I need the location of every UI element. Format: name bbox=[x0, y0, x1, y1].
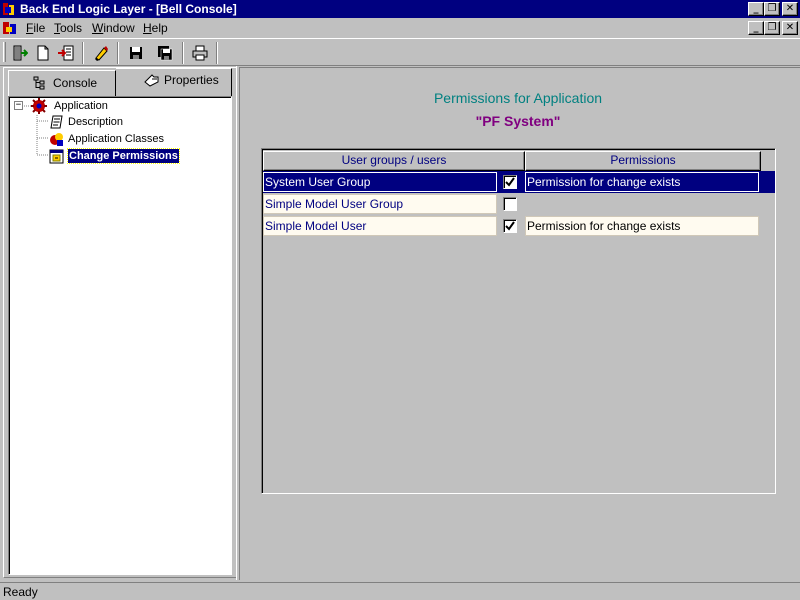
tab-properties-label: Properties bbox=[164, 73, 219, 87]
tree-item-application[interactable]: Application bbox=[27, 98, 237, 114]
user-group-name[interactable]: Simple Model User bbox=[263, 216, 497, 236]
exit-icon bbox=[13, 45, 28, 61]
classes-icon bbox=[50, 133, 63, 146]
permission-checkbox[interactable] bbox=[503, 175, 517, 189]
menu-help[interactable]: Help bbox=[143, 21, 168, 35]
save-all-button[interactable] bbox=[154, 42, 176, 64]
hand-pointer-icon bbox=[144, 74, 159, 87]
app-icon bbox=[3, 3, 14, 15]
menu-tools[interactable]: Tools bbox=[54, 21, 82, 35]
collapse-icon: − bbox=[15, 100, 22, 110]
tree-item-description[interactable]: Description bbox=[49, 114, 229, 130]
application-icon bbox=[31, 98, 47, 114]
description-icon bbox=[50, 115, 63, 129]
user-group-name[interactable]: Simple Model User Group bbox=[263, 194, 497, 214]
title-bar[interactable]: Back End Logic Layer - [Bell Console] _ … bbox=[0, 0, 800, 18]
toolbar-separator bbox=[182, 42, 184, 64]
tab-properties[interactable]: Properties bbox=[116, 68, 232, 96]
close-button[interactable]: ✕ bbox=[782, 2, 798, 16]
new-button[interactable] bbox=[32, 42, 54, 64]
checkmark-icon bbox=[505, 221, 515, 231]
content-panel: Permissions for Application "PF System" … bbox=[239, 67, 800, 580]
tab-console-label: Console bbox=[53, 76, 98, 90]
permission-checkbox[interactable] bbox=[503, 197, 517, 211]
import-icon bbox=[58, 45, 74, 61]
application-name: "PF System" bbox=[475, 113, 561, 129]
navigation-panel: Console Properties − Application Descrip… bbox=[3, 67, 237, 578]
checkmark-icon bbox=[505, 177, 515, 187]
column-header-users[interactable]: User groups / users bbox=[263, 151, 525, 171]
save-icon bbox=[130, 47, 142, 59]
toolbar-separator bbox=[117, 42, 119, 64]
permission-checkbox[interactable] bbox=[503, 219, 517, 233]
exit-button[interactable] bbox=[9, 42, 31, 64]
user-group-name[interactable]: System User Group bbox=[263, 172, 497, 192]
minimize-button[interactable]: _ bbox=[748, 2, 764, 16]
permission-value[interactable]: Permission for change exists bbox=[525, 216, 759, 236]
toolbar-separator bbox=[216, 42, 218, 64]
permission-value[interactable]: Permission for change exists bbox=[525, 172, 759, 192]
new-document-icon bbox=[37, 45, 49, 61]
permissions-icon bbox=[49, 149, 64, 164]
save-all-icon bbox=[158, 46, 173, 61]
tree-item-application-classes[interactable]: Application Classes bbox=[49, 131, 229, 147]
toolbar-separator bbox=[82, 42, 84, 64]
tab-console[interactable]: Console bbox=[8, 70, 116, 96]
import-button[interactable] bbox=[55, 42, 77, 64]
menu-bar: File Tools Window Help _ ❐ ✕ bbox=[0, 18, 800, 38]
document-window-icon[interactable] bbox=[2, 21, 18, 35]
tree-item-change-permissions[interactable]: Change Permissions bbox=[49, 148, 229, 164]
toolbar-grip[interactable] bbox=[3, 42, 6, 62]
minimize-icon: _ bbox=[753, 3, 759, 14]
tree-structure-icon bbox=[33, 76, 45, 90]
toolbar bbox=[0, 38, 800, 66]
close-icon: ✕ bbox=[785, 3, 795, 14]
status-bar: Ready bbox=[0, 582, 800, 600]
restore-icon: ❐ bbox=[767, 22, 777, 33]
restore-button[interactable]: ❐ bbox=[764, 2, 780, 16]
menu-file[interactable]: File bbox=[26, 21, 45, 35]
tree-item-label: Description bbox=[68, 116, 124, 128]
permissions-grid[interactable]: User groups / users Permissions System U… bbox=[261, 148, 776, 494]
mdi-restore-button[interactable]: ❐ bbox=[764, 21, 780, 35]
tree-item-label: Application bbox=[54, 100, 108, 112]
tree-item-label: Application Classes bbox=[68, 133, 164, 145]
window-title: Back End Logic Layer - [Bell Console] bbox=[20, 2, 237, 16]
minimize-icon: _ bbox=[753, 22, 759, 33]
tree-item-label: Change Permissions bbox=[67, 148, 180, 164]
mdi-close-button[interactable]: ✕ bbox=[782, 21, 798, 35]
page-title: Permissions for Application bbox=[433, 90, 603, 106]
mdi-minimize-button[interactable]: _ bbox=[748, 21, 764, 35]
tree-expander[interactable]: − bbox=[14, 101, 23, 110]
edit-icon bbox=[95, 46, 108, 61]
close-icon: ✕ bbox=[785, 22, 795, 33]
restore-icon: ❐ bbox=[767, 3, 777, 14]
save-button[interactable] bbox=[125, 42, 147, 64]
edit-button[interactable] bbox=[90, 42, 112, 64]
menu-window[interactable]: Window bbox=[92, 21, 135, 35]
column-header-permissions[interactable]: Permissions bbox=[525, 151, 761, 171]
print-button[interactable] bbox=[189, 42, 211, 64]
status-text: Ready bbox=[3, 585, 38, 599]
print-icon bbox=[192, 45, 208, 61]
tree-view[interactable]: − Application Description Application Cl… bbox=[8, 96, 232, 575]
